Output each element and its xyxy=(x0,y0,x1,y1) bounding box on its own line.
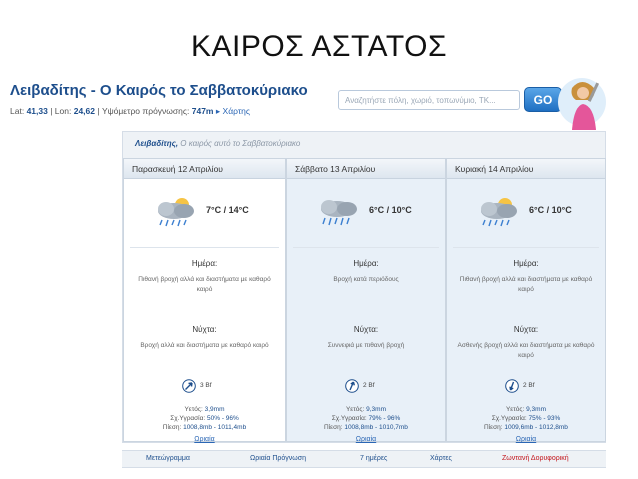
forecast-panel: Λειβαδίτης, Ο καιρός αυτό το Σαββατοκύρι… xyxy=(122,131,606,443)
hourly-link[interactable]: Ωριαία xyxy=(124,436,285,443)
slide-title: ΚΑΙΡΟΣ ΑΣΤΑΤΟΣ xyxy=(190,30,448,63)
site-header: Λειβαδίτης - Ο Καιρός το Σαββατοκύριακο … xyxy=(10,74,606,130)
lon-value: 24,62 xyxy=(73,106,95,116)
precipitation: Υετός: 9,3mm xyxy=(447,406,605,413)
pressure-value: 1008,8mb - 1011,4mb xyxy=(183,424,247,431)
lon-label: | Lon: xyxy=(50,106,72,116)
rain-value: 3,9mm xyxy=(204,406,225,413)
pressure-label: Πίεση: xyxy=(162,424,182,431)
night-description: Βροχή αλλά και διαστήματα με καθαρό καιρ… xyxy=(140,342,269,349)
panel-place: Λειβαδίτης, xyxy=(135,139,179,148)
rain-cloud-icon xyxy=(158,198,194,227)
hourly-link[interactable]: Ωριαία xyxy=(287,436,445,443)
nav-hourly-forecast[interactable]: Ωριαία Πρόγνωση xyxy=(250,455,306,462)
lat-value: 41,33 xyxy=(26,106,48,116)
humidity-label: Σχ.Υγρασία: xyxy=(170,415,206,422)
night-label: Νύχτα: xyxy=(192,325,217,334)
rain-label: Υετός: xyxy=(184,406,203,413)
humidity: Σχ.Υγρασία: 50% - 96% xyxy=(124,415,285,422)
day-card-sunday: Κυριακή 14 Απριλίου 6°C / 10°C Ημέρα: Πι… xyxy=(446,158,606,443)
wind-arrow-icon xyxy=(345,379,359,393)
day-card-saturday: Σάββατο 13 Απριλίου 6°C / 10°C Ημέρα: Βρ… xyxy=(286,158,446,443)
bottom-nav: Μετεώγραμμα Ωριαία Πρόγνωση 7 ημέρες Χάρ… xyxy=(122,450,606,468)
humidity: Σχ.Υγρασία: 75% - 93% xyxy=(447,415,605,422)
night-label: Νύχτα: xyxy=(353,325,379,334)
nav-meteogram[interactable]: Μετεώγραμμα xyxy=(146,455,190,462)
precipitation: Υετός: 3,9mm xyxy=(124,406,285,413)
pressure-label: Πίεση: xyxy=(484,424,503,431)
night-description: Συννεφιά με πιθανή βροχή xyxy=(327,342,405,349)
day-label: Ημέρα: xyxy=(513,259,539,268)
pressure: Πίεση: 1008,8mb - 1011,4mb xyxy=(124,424,285,431)
nav-live-satellite[interactable]: Ζωντανή Δορυφορική xyxy=(502,455,569,462)
nav-maps[interactable]: Χάρτες xyxy=(430,455,452,462)
divider xyxy=(293,247,439,248)
panel-subtitle: Ο καιρός αυτό το Σαββατοκύριακο xyxy=(180,139,301,148)
page-title: Λειβαδίτης - Ο Καιρός το Σαββατοκύριακο xyxy=(10,82,308,99)
day-description: Πιθανή βροχή αλλά και διαστήματα με καθα… xyxy=(138,276,271,293)
precipitation: Υετός: 9,3mm xyxy=(287,406,445,413)
altitude-value: 747m xyxy=(191,106,214,116)
panel-heading: Λειβαδίτης, Ο καιρός αυτό το Σαββατοκύρι… xyxy=(135,139,300,148)
pressure: Πίεση: 1009,6mb - 1012,8mb xyxy=(447,424,605,431)
rain-label: Υετός: xyxy=(345,406,365,413)
humidity-value: 50% - 96% xyxy=(207,415,239,422)
divider xyxy=(130,247,279,248)
pressure-label: Πίεση: xyxy=(324,424,343,431)
wind-force: 2 Bf xyxy=(523,382,535,389)
rain-label: Υετός: xyxy=(505,406,525,413)
humidity-label: Σχ.Υγρασία: xyxy=(331,415,367,422)
wind-arrow-icon xyxy=(505,379,519,393)
rain-value: 9,3mm xyxy=(366,406,387,413)
humidity-label: Σχ.Υγρασία: xyxy=(491,415,527,422)
humidity: Σχ.Υγρασία: 79% - 96% xyxy=(287,415,445,422)
day-card-friday: Παρασκευή 12 Απριλίου 7°C / 14°C Ημέρα: … xyxy=(123,158,286,443)
night-label: Νύχτα: xyxy=(513,325,539,334)
nav-seven-days[interactable]: 7 ημέρες xyxy=(360,455,387,462)
pressure-value: 1008,8mb - 1010,7mb xyxy=(344,424,408,431)
day-label: Ημέρα: xyxy=(191,259,218,268)
map-link[interactable]: Χάρτης xyxy=(223,106,250,116)
weather-screenshot: Λειβαδίτης - Ο Καιρός το Σαββατοκύριακο … xyxy=(10,74,606,474)
wind-arrow-icon xyxy=(182,379,196,393)
pressure-value: 1009,6mb - 1012,8mb xyxy=(504,424,568,431)
search-input[interactable]: Αναζητήστε πόλη, χωριό, τοπωνύμιο, ΤΚ... xyxy=(338,90,520,110)
temperature-range: 7°C / 14°C xyxy=(206,205,249,215)
go-button[interactable]: GO xyxy=(524,87,562,112)
day-description: Βροχή κατά περιόδους xyxy=(333,276,399,283)
day-header: Κυριακή 14 Απριλίου xyxy=(447,159,605,179)
altitude-label: | Υψόμετρο πρόγνωσης: xyxy=(97,106,190,116)
wind-force: 3 Bf xyxy=(200,382,212,389)
lat-label: Lat: xyxy=(10,106,25,116)
rain-cloud-icon xyxy=(481,198,517,227)
day-description: Πιθανή βροχή αλλά και διαστήματα με καθα… xyxy=(459,276,593,293)
humidity-value: 79% - 96% xyxy=(368,415,401,422)
wind-force: 2 Bf xyxy=(363,382,375,389)
presenter-mascot-image xyxy=(558,78,606,130)
day-header: Παρασκευή 12 Απριλίου xyxy=(124,159,285,179)
temperature-range: 6°C / 10°C xyxy=(529,205,572,215)
temperature-range: 6°C / 10°C xyxy=(369,205,412,215)
day-header: Σάββατο 13 Απριλίου xyxy=(287,159,445,179)
divider xyxy=(453,247,599,248)
coords-line: Lat: 41,33 | Lon: 24,62 | Υψόμετρο πρόγν… xyxy=(10,106,250,117)
rain-cloud-icon xyxy=(321,200,357,226)
map-pin-icon: ▸ xyxy=(215,106,221,116)
rain-value: 9,3mm xyxy=(526,406,547,413)
humidity-value: 75% - 93% xyxy=(528,415,561,422)
night-description: Ασθενής βροχή αλλά και διαστήματα με καθ… xyxy=(457,342,595,359)
day-label: Ημέρα: xyxy=(353,259,379,268)
hourly-link[interactable]: Ωριαία xyxy=(447,436,605,443)
pressure: Πίεση: 1008,8mb - 1010,7mb xyxy=(287,424,445,431)
